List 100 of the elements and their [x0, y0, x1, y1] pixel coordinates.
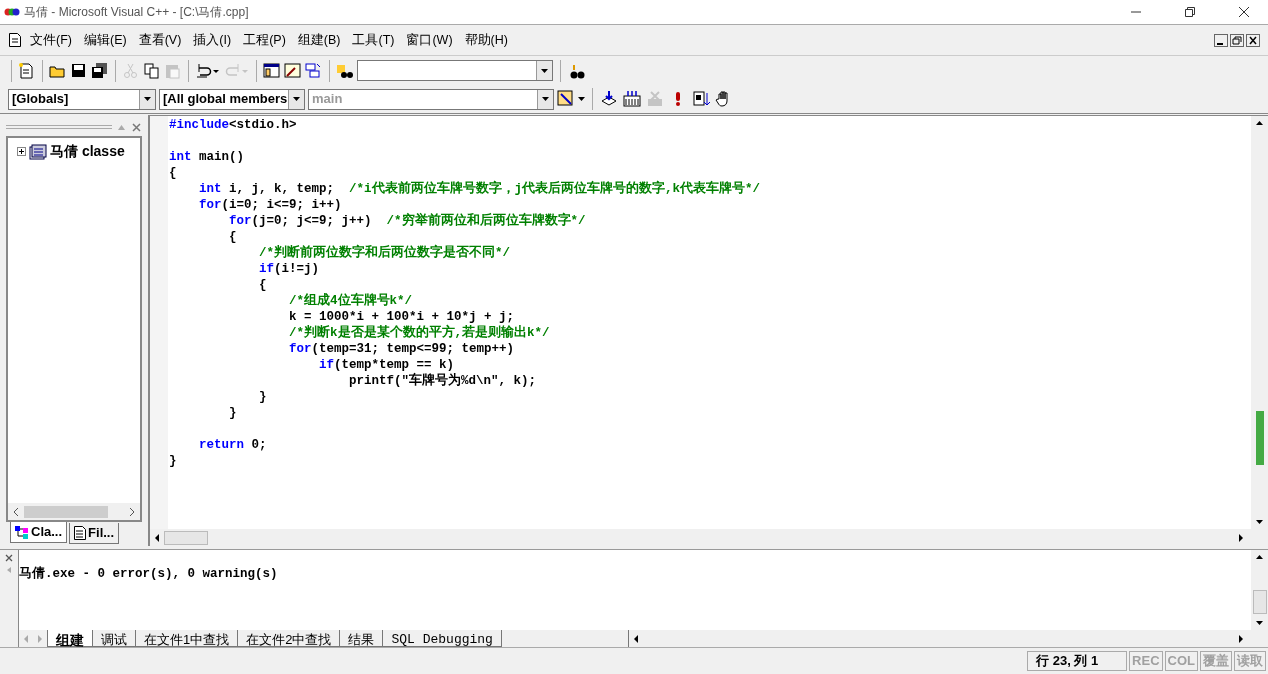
save-icon[interactable] [70, 61, 88, 80]
code-comment: /*判断k是否是某个数的平方,若是则输出k*/ [288, 326, 550, 340]
code-text: i, j, k, temp; [228, 182, 336, 196]
panel-tab[interactable]: Cla... [10, 522, 68, 543]
mdi-restore-icon[interactable] [1230, 33, 1244, 47]
code-keyword: if [318, 358, 335, 372]
combo-value: main [311, 90, 344, 109]
code-text: <stdio.h> [229, 118, 297, 132]
status-indicator: REC [1129, 651, 1163, 671]
build-icon[interactable] [623, 90, 641, 108]
scroll-left-icon[interactable] [12, 507, 20, 516]
menu-item[interactable]: 文件(F) [24, 30, 78, 50]
mdi-close-icon[interactable] [1246, 33, 1260, 47]
scroll-thumb[interactable] [164, 530, 208, 545]
code-keyword: int [198, 182, 222, 196]
find-combo[interactable] [357, 60, 553, 81]
close-pane-icon[interactable] [131, 121, 142, 133]
code-keyword: int [169, 150, 192, 164]
build-output-text: 马倩.exe - 0 error(s), 0 warning(s) [19, 567, 278, 581]
code-text: (j=0; j<=9; j++) [251, 214, 373, 228]
horizontal-scrollbar[interactable] [150, 529, 1268, 546]
compile-icon[interactable] [600, 90, 618, 108]
scroll-right-icon[interactable] [128, 507, 136, 516]
new-file-icon[interactable] [18, 61, 36, 80]
code-text: } [258, 390, 267, 404]
class-view-icon [15, 525, 29, 539]
save-all-icon[interactable] [91, 61, 109, 80]
output-tab[interactable]: SQL Debugging [382, 630, 502, 647]
combo-value: [Globals] [11, 90, 70, 109]
scroll-thumb[interactable] [1252, 590, 1267, 614]
code-text: { [258, 278, 267, 292]
menu-item[interactable]: 编辑(E) [77, 30, 133, 50]
code-comment: /*i代表前两位车牌号数字，j代表后两位车牌号的数字,k代表车牌号*/ [349, 182, 761, 196]
code-text: { [169, 166, 177, 180]
caret-icon [541, 68, 548, 73]
code-keyword: return [198, 438, 244, 452]
code-text: (temp*temp == k) [334, 358, 455, 372]
copy-icon[interactable] [143, 61, 161, 80]
code-text: } [169, 454, 177, 468]
output-tab[interactable]: 结果 [339, 630, 384, 647]
code-keyword: for [198, 198, 222, 212]
code-comment: /*组成4位车牌号k*/ [288, 294, 413, 308]
vertical-scrollbar[interactable] [1251, 550, 1268, 630]
cursor-position: 行 23, 列 1 [1027, 651, 1128, 671]
close-pane-icon[interactable] [4, 553, 14, 563]
dropdown-button[interactable] [139, 89, 155, 109]
code-keyword: for [228, 214, 252, 228]
output-window-icon[interactable] [284, 61, 302, 80]
mdi-minimize-icon[interactable] [1214, 33, 1228, 47]
window-list-icon[interactable] [305, 61, 323, 80]
undo-icon[interactable] [195, 61, 221, 80]
menu-item[interactable]: 工具(T) [346, 30, 401, 50]
code-text: 0; [250, 438, 267, 452]
code-text: main() [198, 150, 245, 164]
filter-combo[interactable]: [All global members [159, 88, 305, 110]
dropdown-button[interactable] [536, 61, 552, 80]
class-combo[interactable]: [Globals] [8, 88, 156, 110]
code-keyword: for [288, 342, 312, 356]
window-title: 马倩 - Microsoft Visual C++ - [C:\马倩.cpp] [24, 4, 249, 21]
output-tab[interactable]: 在文件1中查找 [135, 630, 239, 647]
code-text: } [228, 406, 237, 420]
restore-icon[interactable] [1184, 6, 1196, 18]
workspace-icon[interactable] [263, 61, 281, 80]
go-icon[interactable] [692, 90, 710, 108]
app-logo-icon [4, 6, 20, 18]
dropdown-button[interactable] [288, 89, 304, 109]
expand-icon[interactable] [17, 147, 26, 156]
class-folder-icon [29, 143, 47, 160]
menu-item[interactable]: 插入(I) [187, 30, 238, 50]
code-text: (i=0; i<=9; i++) [221, 198, 342, 212]
menu-item[interactable]: 窗口(W) [400, 30, 459, 50]
caret-icon[interactable] [578, 97, 585, 101]
code-text: (temp=31; temp<=99; temp++) [311, 342, 515, 356]
panel-tab[interactable]: Fil... [69, 523, 120, 544]
status-indicator: COL [1164, 651, 1198, 671]
output-tab[interactable]: 组建 [47, 630, 93, 647]
menu-item[interactable]: 组建(B) [291, 30, 347, 50]
output-tab[interactable]: 调试 [92, 630, 136, 647]
output-tab[interactable]: 在文件2中查找 [237, 630, 341, 647]
menu-item[interactable]: 工程(P) [237, 30, 292, 50]
caret-icon [293, 97, 300, 101]
horizontal-scrollbar[interactable] [8, 503, 140, 520]
tree-item[interactable]: 马倩 classe [50, 141, 125, 162]
code-keyword: if [258, 262, 275, 276]
menu-item[interactable]: 查看(V) [132, 30, 188, 50]
combo-value: [All global members [162, 90, 288, 109]
menu-item[interactable]: 帮助(H) [458, 30, 514, 50]
code-text: (i!=j) [274, 262, 320, 276]
code-comment: /*穷举前两位和后两位车牌数字*/ [386, 214, 586, 228]
scroll-thumb[interactable] [1255, 411, 1264, 465]
status-indicator: 读取 [1234, 651, 1266, 671]
caret-icon [144, 97, 151, 101]
vertical-scrollbar[interactable] [1251, 116, 1268, 529]
document-icon [74, 526, 87, 540]
wizard-action-icon[interactable] [557, 90, 575, 108]
close-icon[interactable] [1238, 6, 1250, 18]
code-comment: /*判断前两位数字和后两位数字是否不同*/ [258, 246, 511, 260]
dropdown-button[interactable] [537, 89, 553, 109]
code-text: { [228, 230, 237, 244]
code-keyword: #include [169, 118, 229, 132]
